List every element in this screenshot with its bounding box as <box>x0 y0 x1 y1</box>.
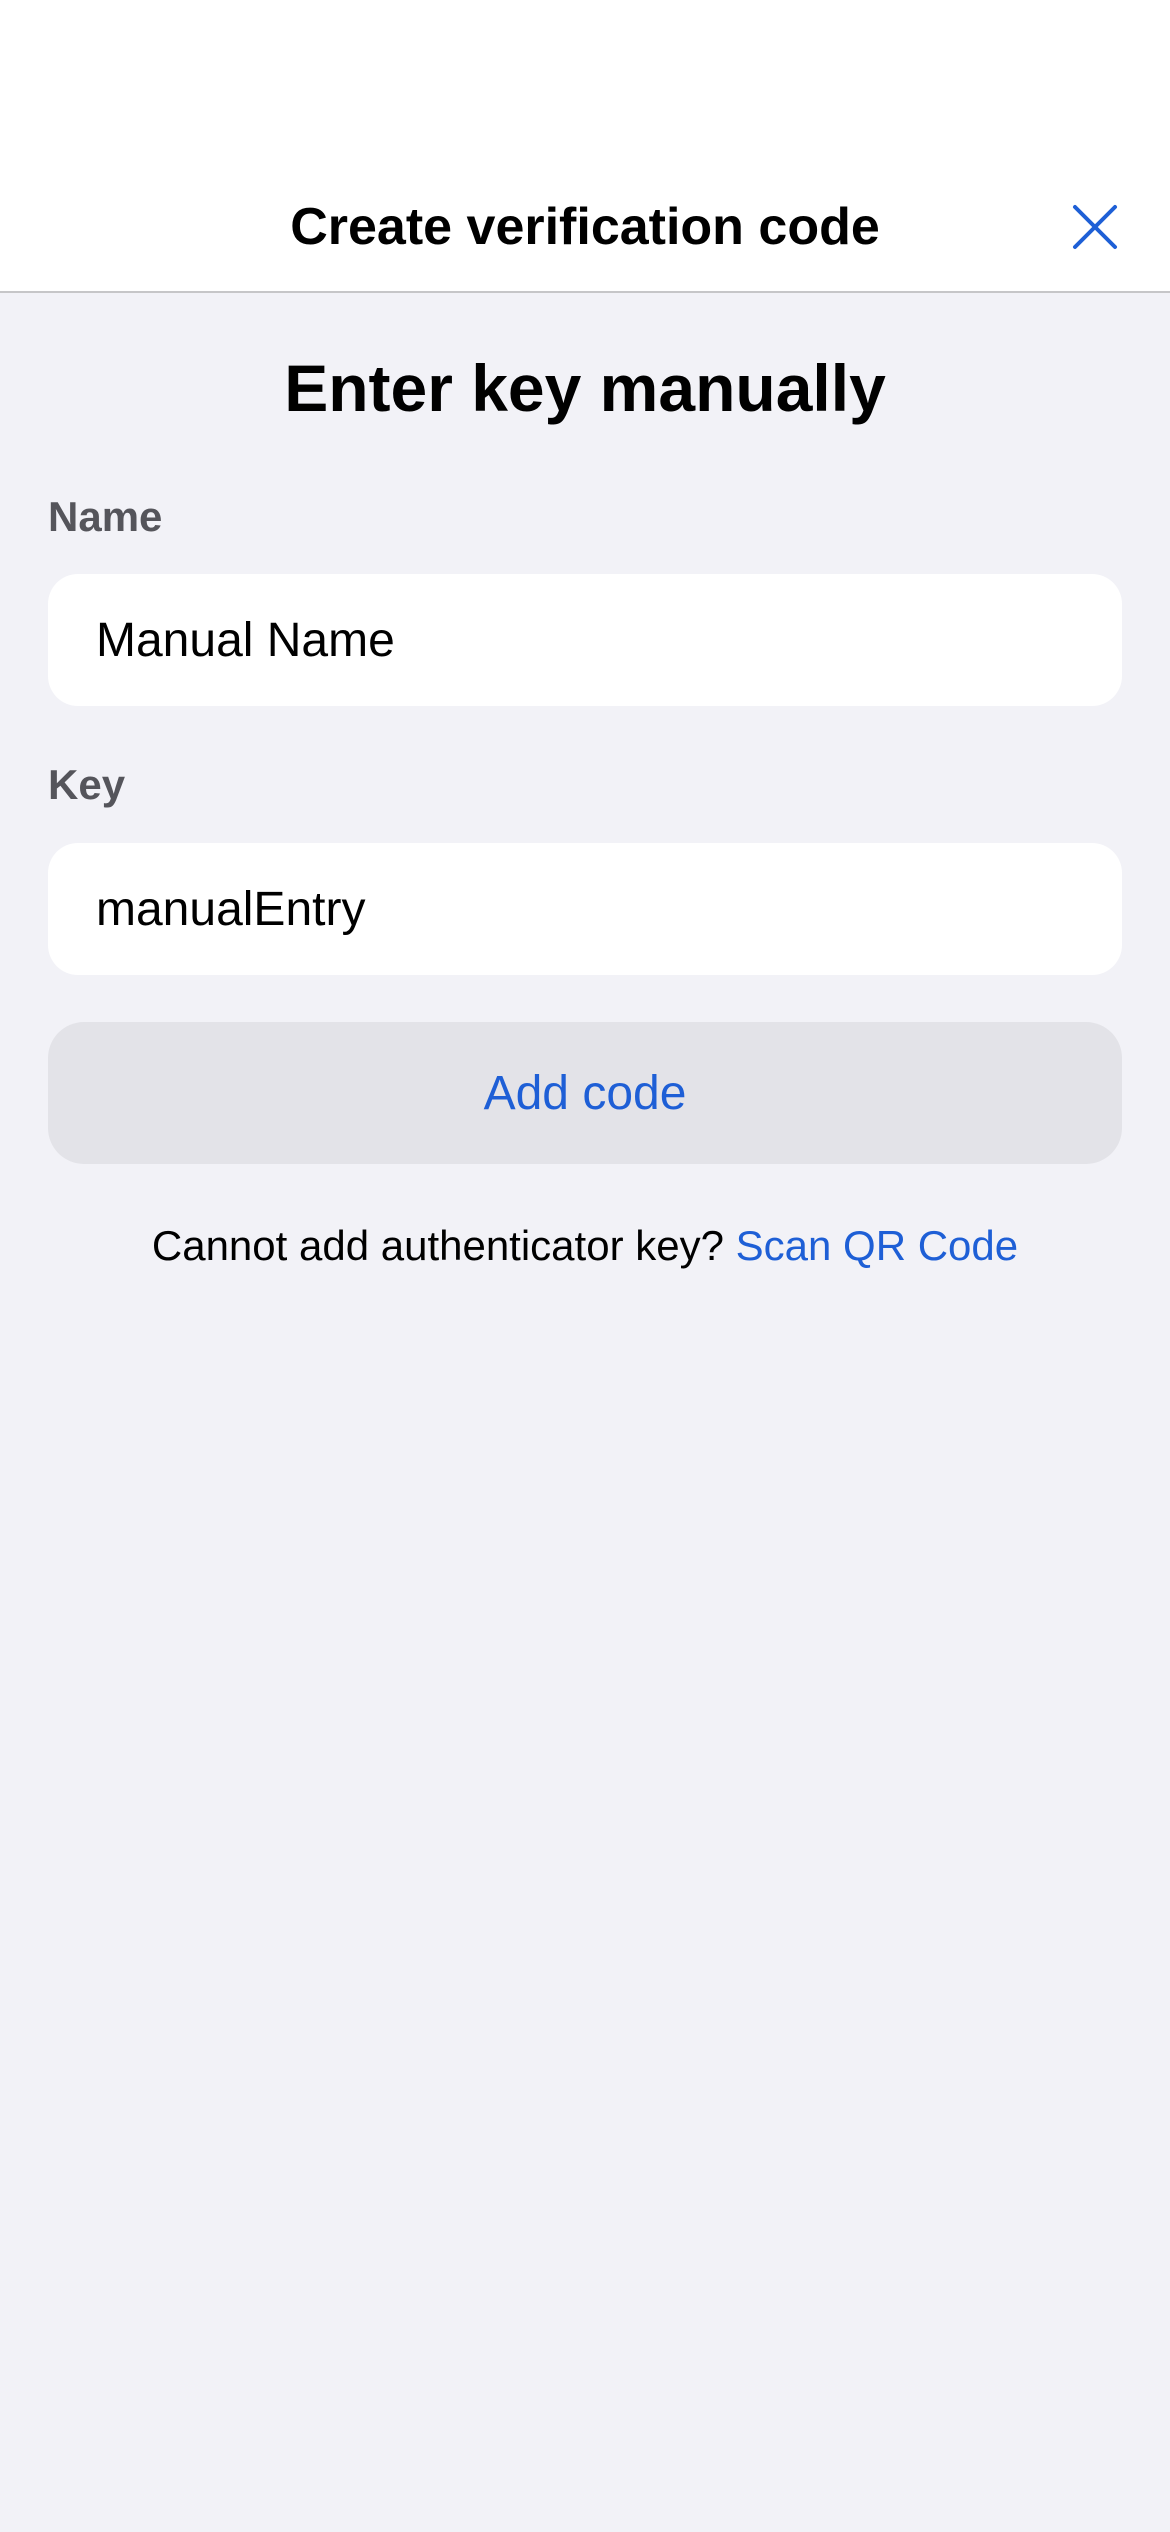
name-input[interactable] <box>96 612 1074 668</box>
name-field[interactable] <box>48 574 1122 706</box>
close-button[interactable] <box>1060 192 1130 262</box>
key-field[interactable] <box>48 843 1122 975</box>
screen: Create verification code Enter key manua… <box>0 0 1170 2532</box>
name-label: Name <box>48 493 163 540</box>
hint-text: Cannot add authenticator key? <box>151 1222 724 1269</box>
add-code-button[interactable]: Add code <box>48 1022 1122 1164</box>
key-input[interactable] <box>96 881 1074 937</box>
scan-qr-code-link[interactable]: Scan QR Code <box>736 1222 1018 1269</box>
key-label: Key <box>48 761 126 808</box>
nav-title: Create verification code <box>290 198 880 256</box>
navigation-bar: Create verification code <box>0 0 1170 293</box>
close-icon <box>1073 205 1117 249</box>
scan-qr-hint: Cannot add authenticator key? Scan QR Co… <box>0 1218 1170 1274</box>
page-heading: Enter key manually <box>284 351 886 425</box>
